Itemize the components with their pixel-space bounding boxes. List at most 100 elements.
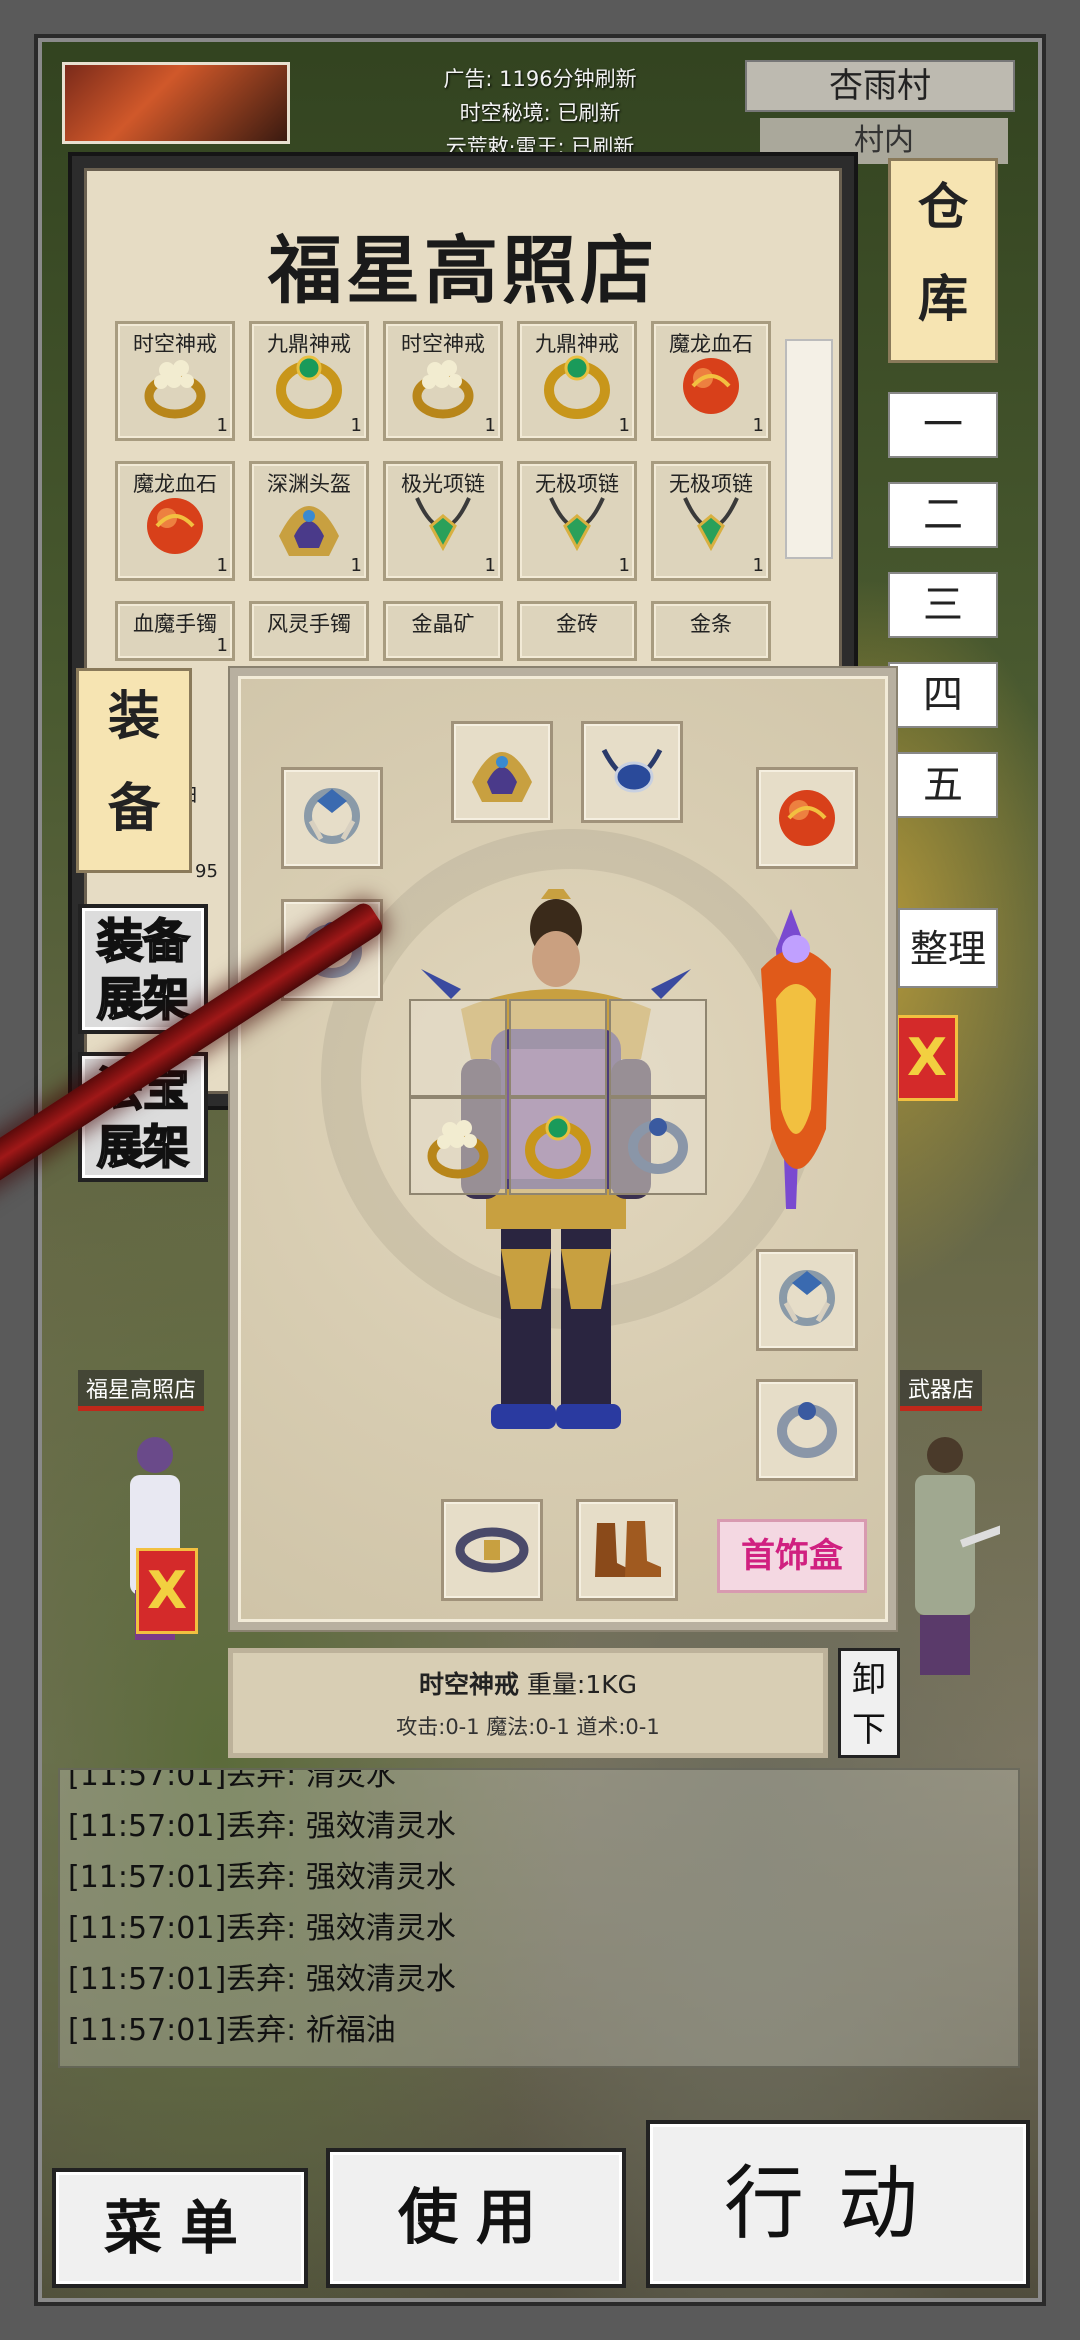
blue-necklace-icon <box>594 735 670 809</box>
left-bracelet-slot[interactable] <box>281 767 383 869</box>
ring-gold-pearls-icon <box>420 1106 496 1186</box>
shop-item-name: 金条 <box>690 612 732 636</box>
ring-gold-pearls-icon <box>405 346 481 426</box>
shop-item-slot[interactable]: 时空神戒 1 <box>383 321 503 441</box>
shop-label-weapon[interactable]: 武器店 <box>900 1370 983 1411</box>
equipped-weapon-model <box>761 909 831 1209</box>
shop-title: 福星高照店 <box>268 228 658 314</box>
shop-label-fuxing[interactable]: 福星高照店 <box>78 1370 205 1411</box>
item-weight: 重量:1KG <box>526 1670 638 1699</box>
shop-item-name: 血魔手镯 <box>133 612 217 636</box>
shop-item-slot[interactable]: 无极项链 1 <box>651 461 771 581</box>
helmet-icon <box>269 486 349 566</box>
shop-item-slot[interactable]: 九鼎神戒 1 <box>249 321 369 441</box>
shop-item-slot[interactable]: 九鼎神戒 1 <box>517 321 637 441</box>
npc-close-button[interactable]: X <box>136 1548 198 1634</box>
partial-item-count: 95 <box>195 861 218 882</box>
menu-button[interactable]: 菜单 <box>52 2168 308 2288</box>
realm-timer: 时空秘境: 已刷新 <box>459 101 621 125</box>
equipment-shelf-label-1: 装备 <box>96 913 190 969</box>
use-button[interactable]: 使用 <box>326 2148 626 2288</box>
item-name: 时空神戒 <box>418 1670 519 1699</box>
ad-timer: 广告: 1196分钟刷新 <box>443 67 637 91</box>
action-button[interactable]: 行动 <box>646 2120 1030 2288</box>
shop-item-count: 1 <box>216 555 228 576</box>
necklace-slot[interactable] <box>581 721 683 823</box>
shop-scrollbar[interactable] <box>785 339 833 559</box>
boots-slot[interactable] <box>576 1499 678 1601</box>
ring-equip-slot[interactable] <box>409 1097 507 1195</box>
shop-item-slot[interactable]: 无极项链 1 <box>517 461 637 581</box>
treasure-shelf-label-2: 展架 <box>96 1119 190 1175</box>
shop-item-count: 1 <box>216 415 228 436</box>
ring-equip-slot[interactable] <box>509 999 607 1097</box>
close-warehouse-button[interactable]: X <box>896 1015 958 1101</box>
shop-item-name: 金砖 <box>556 612 598 636</box>
shop-item-slot[interactable]: 金晶矿 <box>383 601 503 661</box>
ring-equip-slot[interactable] <box>609 999 707 1097</box>
spirit-bracelet-icon <box>772 1263 842 1337</box>
warehouse-page-2[interactable]: 二 <box>888 482 998 548</box>
belt-icon <box>454 1518 530 1582</box>
shop-item-slot[interactable]: 风灵手镯 <box>249 601 369 661</box>
shop-item-count: 1 <box>618 555 630 576</box>
red-orb-icon <box>769 778 845 858</box>
unequip-label: 卸下 <box>852 1660 886 1750</box>
warehouse-page-5[interactable]: 五 <box>888 752 998 818</box>
log-entry: [11:57:01]丢弃: 强效清灵水 <box>68 1911 456 1946</box>
shop-item-count: 1 <box>752 415 764 436</box>
shop-item-name: 金晶矿 <box>411 612 475 636</box>
log-entry: [11:57:01]丢弃: 强效清灵水 <box>68 1860 456 1895</box>
shop-item-count: 1 <box>618 415 630 436</box>
unequip-button[interactable]: 卸下 <box>838 1648 900 1758</box>
red-orb-icon <box>673 346 749 426</box>
shop-item-name: 风灵手镯 <box>267 612 351 636</box>
ring-equip-slot[interactable] <box>409 999 507 1097</box>
log-entry: [11:57:01]丢弃: 清灵水 <box>68 1768 396 1793</box>
ring-gold-pearls-icon <box>137 346 213 426</box>
item-info-bar: 时空神戒 重量:1KG 攻击:0-1 魔法:0-1 道术:0-1 <box>228 1648 828 1758</box>
shop-item-slot[interactable]: 血魔手镯 1 <box>115 601 235 661</box>
shop-item-count: 1 <box>752 555 764 576</box>
silver-ring-icon <box>772 1393 842 1467</box>
right-ring-slot[interactable] <box>756 1379 858 1481</box>
necklace-green-icon <box>405 486 481 566</box>
helmet-slot[interactable] <box>451 721 553 823</box>
log-entry: [11:57:01]丢弃: 强效清灵水 <box>68 1809 456 1844</box>
gem-slot[interactable] <box>756 767 858 869</box>
warehouse-label: 仓库 <box>918 178 968 328</box>
shop-item-slot[interactable]: 金砖 <box>517 601 637 661</box>
npc-weapon-merchant[interactable] <box>890 1430 1000 1690</box>
ring-equip-slot[interactable] <box>609 1097 707 1195</box>
shop-item-slot[interactable]: 魔龙血石 1 <box>115 461 235 581</box>
organize-button[interactable]: 整理 <box>898 908 998 988</box>
ring-gold-emerald-icon <box>539 346 615 426</box>
shop-item-slot[interactable]: 魔龙血石 1 <box>651 321 771 441</box>
warehouse-page-4[interactable]: 四 <box>888 662 998 728</box>
belt-slot[interactable] <box>441 1499 543 1601</box>
shop-item-slot[interactable]: 极光项链 1 <box>383 461 503 581</box>
event-timers: 广告: 1196分钟刷新 时空秘境: 已刷新 云荒敕·雷王: 已刷新 <box>330 62 750 164</box>
shop-item-count: 1 <box>484 415 496 436</box>
warehouse-page-3[interactable]: 三 <box>888 572 998 638</box>
warehouse-tab[interactable]: 仓库 <box>888 158 998 363</box>
shop-item-slot[interactable]: 金条 <box>651 601 771 661</box>
ring-equip-slot[interactable] <box>509 1097 607 1195</box>
shop-item-slot[interactable]: 深渊头盔 1 <box>249 461 369 581</box>
right-bracelet-slot[interactable] <box>756 1249 858 1351</box>
spirit-bracelet-icon <box>297 781 367 855</box>
jewelry-box-button[interactable]: 首饰盒 <box>717 1519 867 1593</box>
equipment-panel: 首饰盒 <box>228 666 898 1632</box>
shop-item-count: 1 <box>350 415 362 436</box>
warehouse-page-1[interactable]: 一 <box>888 392 998 458</box>
equipment-tab[interactable]: 装备 <box>76 668 192 873</box>
shop-item-slot[interactable]: 时空神戒 1 <box>115 321 235 441</box>
message-log[interactable]: [11:57:01]丢弃: 清灵水 [11:57:01]丢弃: 强效清灵水 [1… <box>58 1768 1020 2068</box>
shop-item-count: 1 <box>484 555 496 576</box>
log-entry: [11:57:01]丢弃: 祈福油 <box>68 2013 396 2048</box>
shop-item-count: 1 <box>350 555 362 576</box>
player-portrait[interactable] <box>62 62 290 144</box>
boots-icon <box>589 1513 665 1587</box>
necklace-green-icon <box>539 486 615 566</box>
log-entry: [11:57:01]丢弃: 强效清灵水 <box>68 1962 456 1997</box>
